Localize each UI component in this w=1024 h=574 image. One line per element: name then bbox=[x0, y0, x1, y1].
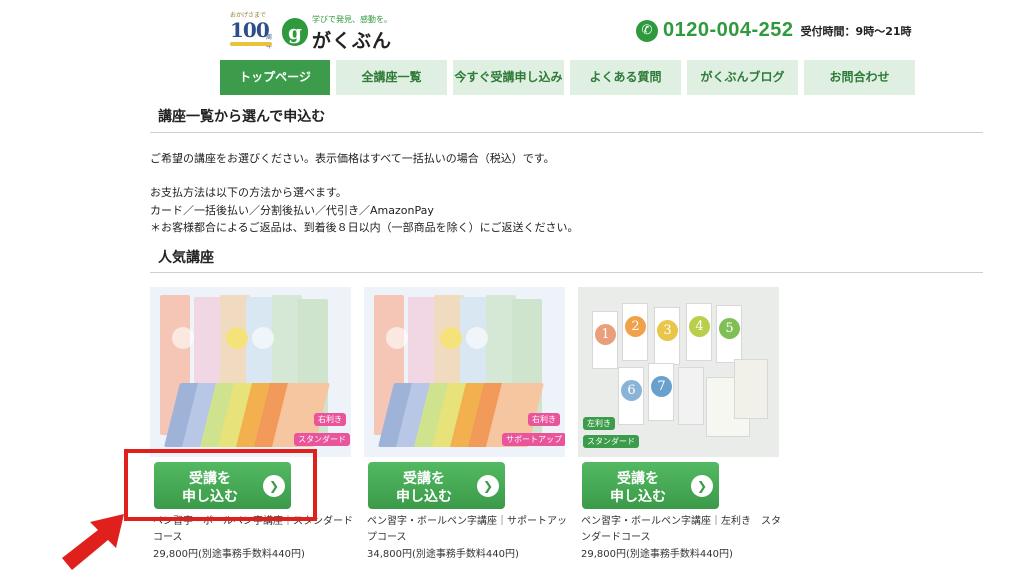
textbook: 3 bbox=[654, 307, 680, 365]
anniversary-logo: おかげさまで 100 周年 bbox=[228, 10, 276, 50]
tag-handedness: 左利き bbox=[583, 417, 615, 430]
product-price: 29,800円(別途事務手数料440円) bbox=[153, 549, 305, 560]
nav-blog[interactable]: がくぶんブログ bbox=[687, 60, 798, 95]
cover-emblem bbox=[226, 327, 248, 349]
product-card: 1 2 3 4 5 6 7 左利き スタンダード 受講を 申し込む ❯ ペン習字… bbox=[578, 287, 781, 560]
return-note: ＊お客様都合によるご返品は、到着後８日以内（一部商品を除く）にご返送ください。 bbox=[150, 221, 579, 234]
apply-button-line1: 受講を bbox=[617, 471, 659, 487]
product-image[interactable]: 右利き スタンダード bbox=[150, 287, 351, 457]
anniversary-ribbon bbox=[230, 42, 272, 46]
chevron-right-circle-icon: ❯ bbox=[691, 475, 713, 497]
apply-button-line2: 申し込む bbox=[610, 489, 666, 505]
apply-button[interactable]: 受講を 申し込む ❯ bbox=[582, 462, 719, 509]
intro-text: ご希望の講座をお選びください。表示価格はすべて一括払いの場合（税込）です。 bbox=[150, 152, 555, 165]
payment-heading: お支払方法は以下の方法から選べます。 bbox=[150, 186, 347, 199]
textbook bbox=[734, 359, 768, 419]
textbook: 4 bbox=[686, 303, 712, 361]
chevron-right-circle-icon: ❯ bbox=[477, 475, 499, 497]
apply-button[interactable]: 受講を 申し込む ❯ bbox=[368, 462, 505, 509]
apply-button-line2: 申し込む bbox=[396, 489, 452, 505]
product-name[interactable]: ペン習字・ボールペン字講座｜サポートアップコース bbox=[367, 514, 567, 546]
product-card: 右利き スタンダード 受講を 申し込む ❯ ペン習字・ボールペン字講座｜スタンダ… bbox=[150, 287, 353, 560]
product-name[interactable]: ペン習字・ボールペン字講座｜左利き スタンダードコース bbox=[581, 514, 781, 546]
apply-button-line1: 受講を bbox=[403, 471, 445, 487]
product-price: 29,800円(別途事務手数料440円) bbox=[581, 549, 733, 560]
phone-hours: 受付時間：9時〜21時 bbox=[800, 24, 912, 38]
popular-title: 人気講座 bbox=[158, 250, 214, 266]
page-title: 講座一覧から選んで申込む bbox=[158, 109, 326, 125]
logo-tagline: 学びで発見、感動を。 bbox=[312, 15, 392, 24]
textbook: 7 bbox=[648, 363, 674, 421]
anniversary-suffix: 周年 bbox=[266, 34, 273, 50]
tag-course-type: スタンダード bbox=[294, 433, 350, 446]
highlight-box bbox=[124, 449, 317, 521]
logo-name: がくぶん bbox=[312, 30, 393, 52]
site-header: おかげさまで 100 周年 g 学びで発見、感動を。 がくぶん ✆ 0120-0… bbox=[0, 0, 1024, 56]
nav-apply-now[interactable]: 今すぐ受講申し込み bbox=[453, 60, 564, 95]
textbook: 6 bbox=[618, 367, 644, 425]
phone-number[interactable]: 0120-004-252 bbox=[663, 19, 794, 42]
phone-contact[interactable]: ✆ 0120-004-252 受付時間：9時〜21時 bbox=[636, 19, 912, 42]
product-price: 34,800円(別途事務手数料440円) bbox=[367, 549, 519, 560]
logo-mark-icon: g bbox=[282, 18, 308, 46]
textbook: 5 bbox=[716, 305, 742, 363]
red-arrow-icon bbox=[62, 514, 124, 570]
nav-contact[interactable]: お問合わせ bbox=[804, 60, 915, 95]
nav-top-page[interactable]: トップページ bbox=[220, 60, 330, 95]
site-logo[interactable]: g 学びで発見、感動を。 がくぶん bbox=[282, 12, 402, 52]
textbook: 2 bbox=[622, 303, 648, 361]
tag-course-type: サポートアップ bbox=[502, 433, 565, 446]
cover-emblem bbox=[172, 327, 194, 349]
divider bbox=[150, 132, 983, 133]
tag-course-type: スタンダード bbox=[583, 435, 639, 448]
cover-emblem bbox=[386, 327, 408, 349]
payment-methods: カード／一括後払い／分割後払い／代引き／AmazonPay bbox=[150, 204, 434, 217]
product-image[interactable]: 1 2 3 4 5 6 7 左利き スタンダード bbox=[578, 287, 779, 457]
textbook bbox=[678, 367, 704, 425]
tag-handedness: 右利き bbox=[314, 413, 346, 426]
product-image[interactable]: 右利き サポートアップ bbox=[364, 287, 565, 457]
tag-handedness: 右利き bbox=[528, 413, 560, 426]
cover-emblem bbox=[252, 327, 274, 349]
cover-emblem bbox=[440, 327, 462, 349]
cover-emblem bbox=[466, 327, 488, 349]
divider bbox=[150, 272, 983, 273]
nav-faq[interactable]: よくある質問 bbox=[570, 60, 681, 95]
anniversary-number: 100 bbox=[230, 18, 270, 42]
textbook: 1 bbox=[592, 311, 618, 369]
nav-all-courses[interactable]: 全講座一覧 bbox=[336, 60, 447, 95]
phone-icon: ✆ bbox=[636, 19, 658, 42]
product-card: 右利き サポートアップ 受講を 申し込む ❯ ペン習字・ボールペン字講座｜サポー… bbox=[364, 287, 567, 560]
